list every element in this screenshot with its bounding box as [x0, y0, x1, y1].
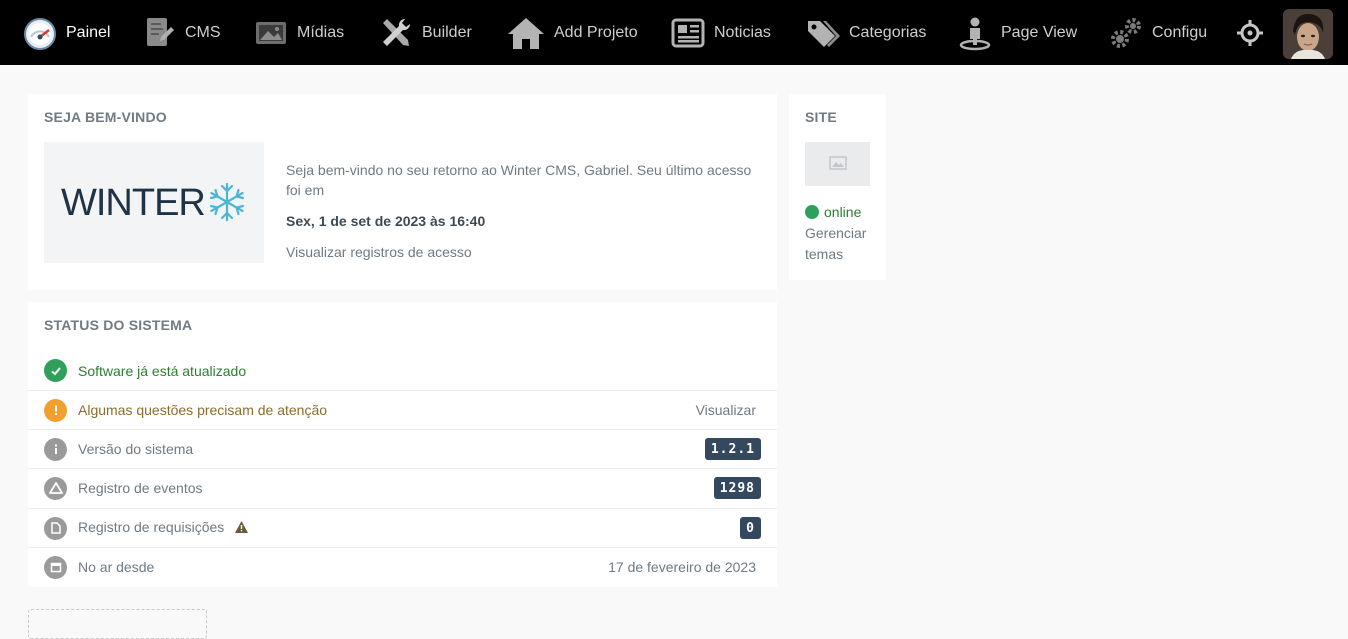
status-label: Registro de requisições [78, 519, 249, 537]
snowflake-icon [207, 182, 247, 225]
nav-label: Categorias [849, 23, 927, 41]
top-navigation-bar: Painel CMS Mídias Builder Add Projeto No… [0, 0, 1348, 65]
system-status-card: STATUS DO SISTEMA Software já está atual… [28, 302, 777, 587]
add-widget-placeholder[interactable] [28, 609, 207, 639]
nav-label: Painel [66, 23, 111, 41]
file-icon [44, 516, 67, 540]
version-badge: 1.2.1 [704, 438, 761, 460]
builder-tools-icon [378, 15, 414, 51]
status-row-issues: Algumas questões precisam de atenção Vis… [28, 390, 777, 429]
status-title: STATUS DO SISTEMA [44, 317, 193, 333]
exclamation-circle-icon [44, 398, 67, 422]
image-placeholder-icon [828, 155, 847, 173]
welcome-card: SEJA BEM-VINDO WINTER Seja bem-vindo no … [28, 94, 777, 290]
nav-item-painel[interactable]: Painel [22, 0, 110, 65]
status-label: Software já está atualizado [78, 362, 247, 379]
dashboard-gauge-icon [22, 15, 58, 51]
nav-label: Configu [1152, 23, 1208, 41]
status-label: Versão do sistema [78, 441, 194, 457]
nav-item-builder[interactable]: Builder [378, 0, 472, 65]
news-icon [670, 15, 706, 51]
nav-label: CMS [185, 23, 221, 41]
crosshair-button[interactable] [1236, 0, 1272, 65]
welcome-title: SEJA BEM-VINDO [44, 109, 167, 125]
media-image-icon [253, 15, 289, 51]
tags-icon [805, 15, 841, 51]
warning-icon [234, 520, 249, 537]
status-row-request-log[interactable]: Registro de requisições 0 [28, 508, 777, 547]
view-access-log-link[interactable]: Visualizar registros de acesso [286, 244, 472, 260]
last-access-date: Sex, 1 de set de 2023 às 16:40 [286, 213, 486, 229]
nav-label: Mídias [297, 23, 345, 41]
status-label: Algumas questões precisam de atenção [78, 402, 328, 418]
nav-label: Noticias [714, 23, 771, 41]
nav-item-cms[interactable]: CMS [141, 0, 221, 65]
cms-document-icon [141, 15, 177, 51]
status-row-update: Software já está atualizado [28, 351, 777, 390]
status-label: Registro de eventos [78, 480, 203, 496]
nav-item-page-view[interactable]: Page View [957, 0, 1077, 65]
nav-item-configuracoes[interactable]: Configu [1108, 0, 1207, 65]
warning-triangle-icon [44, 476, 67, 500]
nav-label: Builder [422, 23, 472, 41]
manage-themes-link[interactable]: Gerenciar temas [805, 223, 880, 265]
site-status: online [805, 204, 861, 220]
event-log-count-badge: 1298 [713, 477, 761, 499]
nav-item-add-projeto[interactable]: Add Projeto [506, 0, 638, 65]
request-log-label: Registro de requisições [78, 519, 225, 535]
request-log-count-badge: 0 [740, 517, 761, 539]
status-row-online-since: No ar desde 17 de fevereiro de 2023 [28, 547, 777, 586]
nav-item-midias[interactable]: Mídias [253, 0, 344, 65]
status-row-event-log[interactable]: Registro de eventos 1298 [28, 468, 777, 507]
nav-label: Page View [1001, 23, 1078, 41]
view-issues-link[interactable]: Visualizar [696, 402, 756, 418]
site-title: SITE [805, 109, 837, 125]
site-thumbnail[interactable] [805, 142, 870, 186]
nav-item-categorias[interactable]: Categorias [805, 0, 926, 65]
nav-label: Add Projeto [554, 23, 638, 41]
user-pin-icon [957, 15, 993, 51]
status-row-version: Versão do sistema 1.2.1 [28, 429, 777, 468]
logo-text: WINTER [61, 182, 206, 224]
info-circle-icon [44, 437, 67, 461]
site-status-label: online [824, 204, 862, 220]
user-avatar[interactable] [1283, 9, 1333, 59]
home-icon [506, 15, 546, 51]
gears-icon [1108, 15, 1144, 51]
check-circle-icon [44, 359, 67, 382]
crosshair-icon [1236, 15, 1264, 51]
nav-item-noticias[interactable]: Noticias [670, 0, 771, 65]
online-indicator-icon [805, 205, 819, 219]
status-label: No ar desde [78, 559, 155, 575]
welcome-message: Seja bem-vindo no seu retorno ao Winter … [286, 162, 752, 198]
winter-logo: WINTER [44, 142, 264, 263]
site-card: SITE online Gerenciar temas [789, 94, 886, 280]
online-since-date: 17 de fevereiro de 2023 [608, 559, 756, 575]
calendar-icon [44, 555, 67, 579]
